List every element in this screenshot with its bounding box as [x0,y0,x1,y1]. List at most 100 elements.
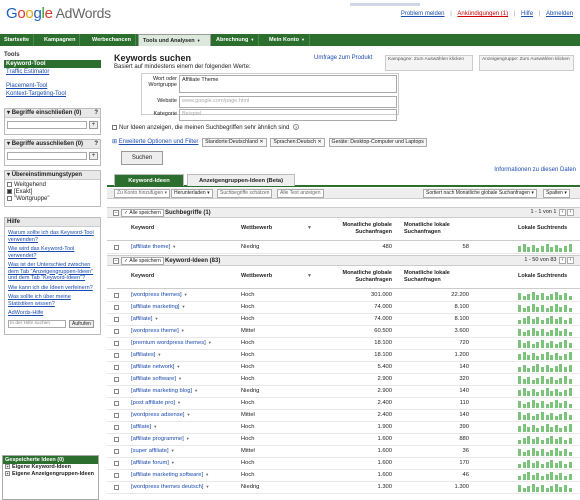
chevron-down-icon[interactable]: ▼ [206,484,210,489]
tab-home[interactable]: Startseite [0,34,35,46]
chevron-down-icon[interactable]: ▼ [186,436,190,441]
columns-button[interactable]: Spalten ▾ [543,189,570,198]
row-checkbox[interactable] [114,461,119,466]
col-keyword[interactable]: Keyword [131,225,154,231]
info-icon[interactable]: ? [94,110,98,117]
match-broad[interactable]: Weitgehend [7,182,98,189]
keyword-link[interactable]: [wordpress themes deutsch] ▼ [131,484,209,490]
help-link-stats[interactable]: Was sollte ich über meine Statistiken wi… [8,294,97,307]
language-filter-chip[interactable]: Sprachen:Deutsch ✕ [270,138,325,147]
row-checkbox[interactable] [114,413,119,418]
plus-icon[interactable]: ⊞ [112,139,117,145]
keyword-link[interactable]: [wordpress adsense] ▼ [131,412,190,418]
expand-icon[interactable]: + [5,471,10,476]
only-similar-option[interactable]: Nur Ideen anzeigen, die meinen Suchbegri… [112,124,300,131]
col-competition[interactable]: Wettbewerb [241,225,272,231]
keyword-link[interactable]: [affiliate forum] ▼ [131,460,175,466]
chevron-down-icon[interactable]: ▼ [205,472,209,477]
checkbox[interactable] [7,196,12,201]
show-all-text-button[interactable]: Alle Text anzeigen [277,189,324,198]
help-link-difference[interactable]: Was ist der Unterschied zwischen dem Tab… [8,262,97,282]
help-link-how[interactable]: Wie wird das Keyword-Tool verwendet? [8,246,97,259]
report-problem-link[interactable]: Problem melden [401,11,445,17]
row-checkbox[interactable] [114,437,119,442]
row-checkbox[interactable] [114,317,119,322]
row-checkbox[interactable] [114,365,119,370]
match-phrase[interactable]: "Wortgruppe" [7,196,98,203]
col-local-trends[interactable]: Lokale Suchtrends [518,225,567,231]
keyword-link[interactable]: [wordpress theme] ▼ [131,328,185,334]
help-link-refine[interactable]: Wie kann ich die Ideen verfeinern? [8,285,97,292]
chevron-down-icon[interactable]: ▼ [171,448,175,453]
keyword-link[interactable]: [affilate] ▼ [131,424,157,430]
announcements-link[interactable]: Ankündigungen (1) [457,11,508,17]
chevron-down-icon[interactable]: ▼ [176,364,180,369]
location-filter-chip[interactable]: Standorte:Deutschland ✕ [202,138,267,147]
chevron-down-icon[interactable]: ▼ [172,244,176,249]
sort-select[interactable]: Sortiert nach Monatliche globale Suchanf… [423,189,537,198]
row-checkbox[interactable] [114,329,119,334]
sort-arrow-icon[interactable]: ▼ [307,225,312,231]
advanced-options-link[interactable]: Erweiterte Optionen und Filter [119,139,199,145]
help-link-why[interactable]: Warum sollte ich das Keyword-Tool verwen… [8,230,97,243]
chevron-down-icon[interactable]: ▼ [154,316,158,321]
checkbox[interactable] [7,189,12,194]
sort-arrow-icon[interactable]: ▼ [307,273,312,279]
save-all-button[interactable]: ✓ Alle speichern [121,209,164,217]
logout-link[interactable]: Abmelden [546,11,573,17]
row-checkbox[interactable] [114,305,119,310]
tab-tools-analysis[interactable]: Tools und Analysen ▼ [138,34,211,46]
checkbox[interactable] [7,182,12,187]
collapse-icon[interactable]: − [113,210,119,216]
website-input[interactable]: www.google.com/page.html [179,96,397,108]
category-input[interactable]: Beispiel [179,109,397,121]
row-checkbox[interactable] [114,425,119,430]
keyword-link[interactable]: [wordpress themes] ▼ [131,292,188,298]
adgroup-target-select[interactable]: Anzeigengruppe: Zum Auswählen klicken [479,55,574,71]
add-include-button[interactable]: + [89,121,98,129]
keyword-link[interactable]: [affiliate software] ▼ [131,376,182,382]
row-checkbox[interactable] [114,401,119,406]
campaign-target-select[interactable]: Kampagne: Zum Auswählen klicken [385,55,473,71]
row-checkbox[interactable] [114,449,119,454]
keyword-input[interactable]: Affiliate Theme [179,75,397,93]
chevron-down-icon[interactable]: ▼ [194,388,198,393]
keyword-link[interactable]: [super affiliate] ▼ [131,448,175,454]
sidebar-item-contextual-targeting[interactable]: Kontext-Targeting-Tool [4,90,101,98]
tab-adgroup-ideas[interactable]: Anzeigengruppen-Ideen (Beta) [187,174,295,186]
help-search-input[interactable]: In der Hilfe suchen [8,319,66,328]
row-checkbox[interactable] [114,245,119,250]
chevron-down-icon[interactable]: ▼ [208,340,212,345]
save-all-button[interactable]: ✓ Alle speichern [121,257,164,265]
checkbox[interactable] [112,124,117,130]
tab-opportunities[interactable]: Werbechancen [88,34,137,46]
chevron-down-icon[interactable]: ▼ [181,328,185,333]
add-to-account-button[interactable]: Zu Konto hinzufügen ▾ [114,189,171,198]
tab-keyword-ideas[interactable]: Keyword-Ideen [114,174,184,186]
chevron-down-icon[interactable]: ▼ [171,460,175,465]
chevron-down-icon[interactable]: ▼ [178,376,182,381]
chevron-down-icon[interactable]: ▼ [182,304,186,309]
keyword-link[interactable]: [affiliates] ▼ [131,352,161,358]
add-exclude-button[interactable]: + [89,152,98,160]
row-checkbox[interactable] [114,389,119,394]
close-icon[interactable]: ✕ [318,139,322,145]
chevron-down-icon[interactable]: ▼ [177,400,181,405]
col-competition[interactable]: Wettbewerb [241,273,272,279]
keyword-link[interactable]: [affiliate marketing blog] ▼ [131,388,198,394]
col-global-searches[interactable]: Monatliche globale Suchanfragen [320,222,392,236]
chevron-down-icon[interactable]: ▼ [153,424,157,429]
adwords-logo[interactable]: Google AdWords [6,5,111,22]
close-icon[interactable]: ✕ [259,139,263,145]
info-icon[interactable]: ? [94,141,98,148]
row-checkbox[interactable] [114,341,119,346]
download-button[interactable]: Herunterladen ▾ [171,189,213,198]
help-center-link[interactable]: AdWords-Hilfe [8,310,97,317]
col-local-searches[interactable]: Monatliche lokale Suchanfragen [404,222,469,236]
exclude-terms-input[interactable] [7,152,87,160]
estimate-search-button[interactable]: Suchbegriffe schätzen [217,189,273,198]
info-icon[interactable]: ? [293,124,300,130]
row-checkbox[interactable] [114,293,119,298]
col-local-searches[interactable]: Monatliche lokale Suchanfragen [404,270,469,284]
keyword-link[interactable]: [affiliate network] ▼ [131,364,180,370]
